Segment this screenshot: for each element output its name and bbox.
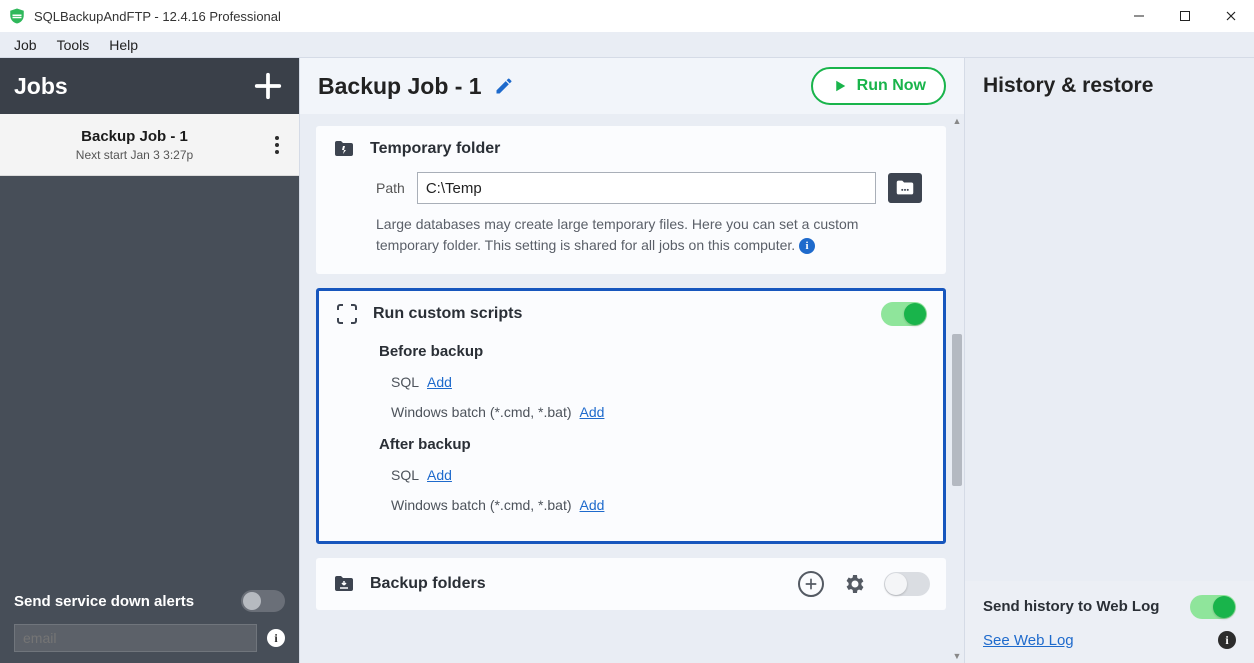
temp-folder-help: Large databases may create large tempora…	[376, 214, 922, 256]
after-batch-row: Windows batch (*.cmd, *.bat) Add	[379, 493, 919, 523]
before-batch-row: Windows batch (*.cmd, *.bat) Add	[379, 400, 919, 430]
backup-folders-title: Backup folders	[370, 575, 486, 593]
email-info-icon[interactable]: i	[267, 629, 285, 647]
temp-folder-info-icon[interactable]: i	[799, 238, 815, 254]
right-panel: History & restore Send history to Web Lo…	[965, 58, 1254, 663]
after-batch-add-link[interactable]: Add	[580, 497, 605, 513]
page-title: Backup Job - 1	[318, 73, 482, 100]
card-temporary-folder: Temporary folder Path Large databases ma…	[316, 126, 946, 274]
plus-icon	[803, 576, 819, 592]
temp-folder-title: Temporary folder	[370, 140, 500, 158]
web-log-info-icon[interactable]: i	[1218, 631, 1236, 649]
window-title: SQLBackupAndFTP - 12.4.16 Professional	[34, 9, 281, 24]
web-log-toggle[interactable]	[1190, 595, 1236, 619]
scroll-thumb[interactable]	[952, 334, 962, 486]
email-row: i	[0, 623, 299, 663]
before-sql-row: SQL Add	[379, 370, 919, 400]
after-sql-add-link[interactable]: Add	[427, 467, 452, 483]
service-alerts-label: Send service down alerts	[14, 593, 194, 610]
menu-help[interactable]: Help	[99, 35, 148, 55]
center-panel: Backup Job - 1 Run Now Temporary folder	[299, 58, 965, 663]
scroll-down-arrow[interactable]: ▼	[950, 649, 964, 663]
before-batch-add-link[interactable]: Add	[580, 404, 605, 420]
sidebar: Jobs Backup Job - 1 Next start Jan 3 3:2…	[0, 58, 299, 663]
folders-settings-button[interactable]	[842, 572, 866, 596]
center-header: Backup Job - 1 Run Now	[300, 58, 964, 114]
path-input[interactable]	[417, 172, 876, 204]
menu-job[interactable]: Job	[4, 35, 47, 55]
edit-title-icon[interactable]	[494, 76, 514, 96]
right-header: History & restore	[965, 58, 1254, 114]
maximize-button[interactable]	[1162, 0, 1208, 32]
folder-ellipsis-icon	[894, 177, 916, 199]
after-backup-label: After backup	[379, 436, 919, 453]
run-now-button[interactable]: Run Now	[811, 67, 946, 105]
jobs-label: Jobs	[14, 73, 68, 100]
scroll-up-arrow[interactable]: ▲	[950, 114, 964, 128]
menu-bar: Job Tools Help	[0, 32, 1254, 58]
run-now-label: Run Now	[857, 77, 926, 95]
job-item-menu-button[interactable]	[269, 136, 285, 154]
app-icon	[8, 7, 26, 25]
temp-folder-icon	[332, 137, 356, 161]
job-item-title: Backup Job - 1	[0, 128, 269, 145]
custom-scripts-title: Run custom scripts	[373, 305, 522, 323]
service-alerts-row: Send service down alerts	[0, 579, 299, 623]
close-button[interactable]	[1208, 0, 1254, 32]
backup-folders-toggle[interactable]	[884, 572, 930, 596]
service-alerts-toggle[interactable]	[241, 590, 285, 612]
web-log-title: Send history to Web Log	[983, 597, 1159, 617]
add-folder-button[interactable]	[798, 571, 824, 597]
see-web-log-link[interactable]: See Web Log	[983, 632, 1074, 649]
path-label: Path	[376, 180, 405, 196]
card-custom-scripts: Run custom scripts Before backup SQL Add…	[316, 288, 946, 544]
menu-tools[interactable]: Tools	[47, 35, 100, 55]
backup-folders-icon	[332, 572, 356, 596]
plus-icon	[253, 71, 283, 101]
title-bar: SQLBackupAndFTP - 12.4.16 Professional	[0, 0, 1254, 32]
job-item-subtitle: Next start Jan 3 3:27p	[0, 148, 269, 162]
before-backup-label: Before backup	[379, 343, 919, 360]
browse-folder-button[interactable]	[888, 173, 922, 203]
email-input[interactable]	[14, 624, 257, 652]
script-icon	[335, 302, 359, 326]
minimize-button[interactable]	[1116, 0, 1162, 32]
job-item[interactable]: Backup Job - 1 Next start Jan 3 3:27p	[0, 114, 299, 176]
card-backup-folders: Backup folders	[316, 558, 946, 610]
after-sql-row: SQL Add	[379, 463, 919, 493]
center-scrollbar[interactable]: ▲ ▼	[950, 114, 964, 663]
play-icon	[831, 77, 849, 95]
web-log-section: Send history to Web Log See Web Log i	[965, 581, 1254, 663]
custom-scripts-toggle[interactable]	[881, 302, 927, 326]
before-sql-add-link[interactable]: Add	[427, 374, 452, 390]
jobs-header: Jobs	[0, 58, 299, 114]
add-job-button[interactable]	[251, 69, 285, 103]
